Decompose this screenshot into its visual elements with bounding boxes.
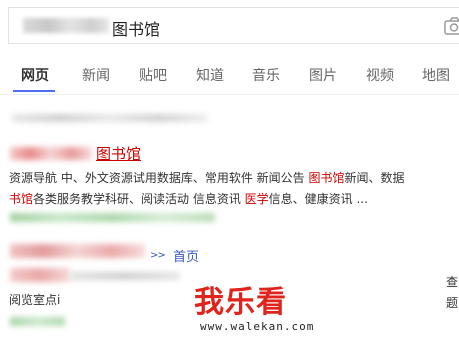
active-tab-indicator [13, 90, 55, 92]
breadcrumb-arrows-icon: >> [150, 250, 166, 261]
snippet-text: 信息、健康资讯 ... [268, 192, 368, 206]
blurred-title-prefix [10, 244, 145, 258]
tab-video[interactable]: 视频 [366, 65, 394, 85]
blurred-snippet [70, 272, 180, 280]
blurred-result-info [12, 114, 207, 122]
tab-tieba[interactable]: 贴吧 [139, 65, 167, 85]
search-query-text[interactable]: 图书馆 [112, 16, 160, 40]
result-1-title-link[interactable]: 图书馆 [96, 143, 141, 164]
tab-zhidao[interactable]: 知道 [196, 65, 224, 85]
blurred-title-prefix [10, 147, 92, 160]
result-1-snippet-line-1: 资源导航 中、外文资源试用数据库、常用软件 新闻公告 图书馆新闻、数据 [9, 170, 404, 186]
watermark-logo: 我乐看 [194, 285, 287, 320]
camera-icon[interactable] [443, 16, 459, 36]
right-edge-text: 题 [446, 296, 459, 310]
snippet-highlight: 图书馆 [308, 171, 345, 185]
snippet-highlight: 书馆 [9, 192, 34, 206]
snippet-text: 各类服务教学科研、阅读活动 信息资讯 [33, 192, 245, 206]
tab-web[interactable]: 网页 [21, 65, 49, 85]
tab-map[interactable]: 地图 [422, 65, 450, 85]
right-edge-text: 查 [446, 275, 459, 289]
result-1-snippet-line-2: 书馆各类服务教学科研、阅读活动 信息资讯 医学信息、健康资讯 ... [9, 191, 368, 207]
tab-music[interactable]: 音乐 [252, 65, 280, 85]
search-tabs: 网页 新闻 贴吧 知道 音乐 图片 视频 地图 [0, 62, 459, 94]
result-2-title-link[interactable]: 首页 [173, 246, 199, 265]
blurred-result-url [10, 213, 215, 222]
search-bar[interactable]: 图书馆 [8, 7, 459, 44]
result-2-snippet: 阅览室点i [9, 293, 61, 307]
tabs-divider [0, 94, 459, 95]
blurred-result-url [10, 317, 65, 326]
snippet-text: 资源导航 中、外文资源试用数据库、常用软件 新闻公告 [9, 171, 309, 185]
watermark-url: www.walekan.com [200, 320, 315, 333]
snippet-highlight: 医学 [244, 192, 269, 206]
tab-images[interactable]: 图片 [309, 65, 337, 85]
tab-news[interactable]: 新闻 [82, 65, 110, 85]
blurred-snippet [10, 268, 70, 282]
blurred-query-prefix [23, 18, 109, 33]
snippet-text: 新闻、数据 [344, 171, 405, 185]
